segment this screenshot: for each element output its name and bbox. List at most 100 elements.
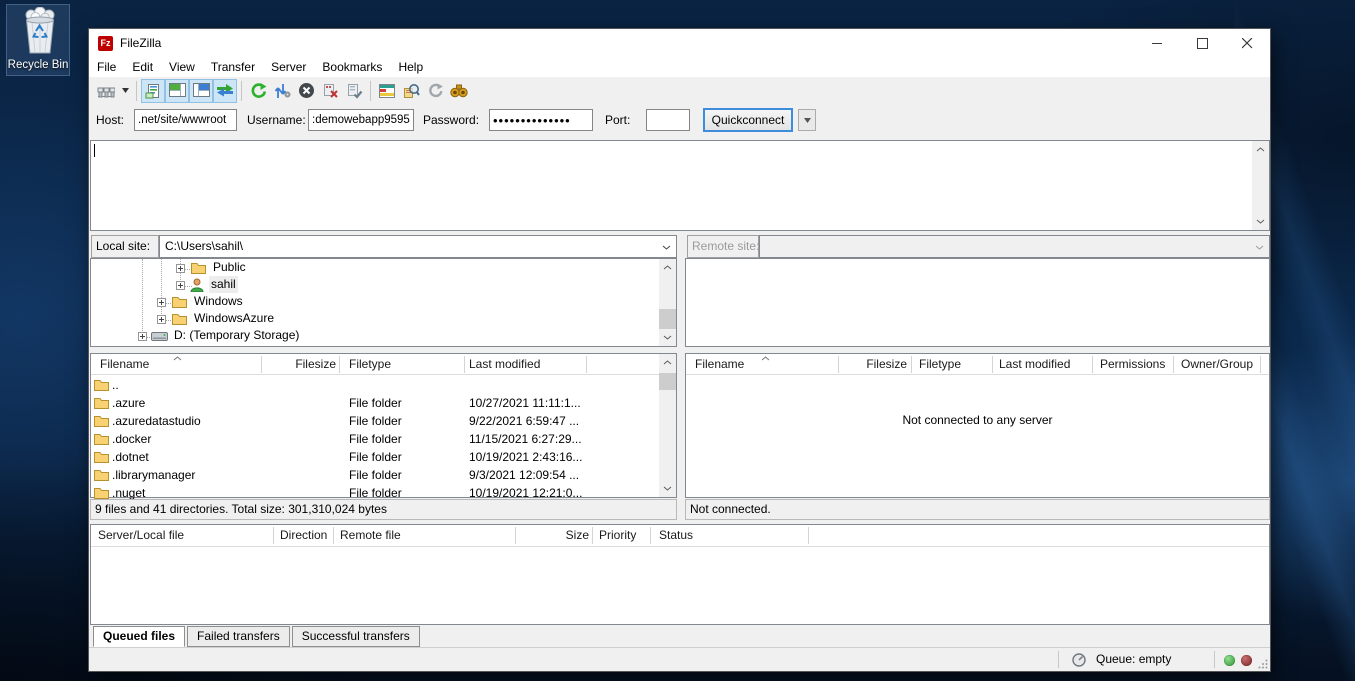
file-list-scrollbar[interactable]: [659, 354, 676, 497]
col-lastmodified[interactable]: Last modified: [469, 354, 540, 375]
quickconnect-button[interactable]: Quickconnect: [703, 108, 793, 132]
file-row[interactable]: .azureFile folder10/27/2021 11:11:1...: [91, 394, 676, 412]
local-site-combo[interactable]: C:\Users\sahil\: [159, 235, 677, 258]
tree-item-drive-d[interactable]: D: (Temporary Storage): [174, 327, 299, 344]
menu-bar: File Edit View Transfer Server Bookmarks…: [89, 57, 1270, 77]
transfer-queue[interactable]: Server/Local file Direction Remote file …: [90, 524, 1270, 625]
tab-failed-transfers[interactable]: Failed transfers: [187, 626, 290, 647]
site-manager-button[interactable]: [94, 79, 118, 103]
local-file-list[interactable]: Filename Filesize Filetype Last modified…: [90, 353, 677, 498]
menu-edit[interactable]: Edit: [124, 57, 161, 77]
toggle-transfer-queue-button[interactable]: [213, 79, 237, 103]
scroll-down-icon[interactable]: [1256, 219, 1265, 224]
col-filetype[interactable]: Filetype: [349, 354, 391, 375]
status-led-red: [1241, 655, 1252, 666]
menu-view[interactable]: View: [161, 57, 203, 77]
menu-file[interactable]: File: [89, 57, 124, 77]
col-filename[interactable]: Filename: [100, 354, 149, 375]
cancel-button[interactable]: [294, 79, 318, 103]
col-filesize[interactable]: Filesize: [838, 354, 907, 375]
maximize-button[interactable]: [1180, 29, 1225, 57]
password-input[interactable]: [489, 109, 593, 131]
site-manager-dropdown[interactable]: [118, 79, 132, 103]
scroll-down-icon[interactable]: [663, 486, 672, 491]
recycle-bin[interactable]: Recycle Bin: [6, 4, 70, 76]
recycle-bin-icon: [19, 7, 61, 55]
local-directory-tree[interactable]: Public sahil Windows WindowsAzure D: (Te…: [90, 258, 677, 347]
col-permissions[interactable]: Permissions: [1100, 354, 1165, 375]
toggle-message-log-button[interactable]: [141, 79, 165, 103]
menu-help[interactable]: Help: [390, 57, 431, 77]
col-direction[interactable]: Direction: [280, 525, 327, 546]
sort-asc-icon: [173, 356, 182, 361]
process-queue-button[interactable]: [270, 79, 294, 103]
synchronized-browsing-button[interactable]: [423, 79, 447, 103]
tree-item-public[interactable]: Public: [213, 259, 246, 276]
message-log[interactable]: [90, 140, 1270, 231]
quickconnect-dropdown[interactable]: [798, 109, 816, 131]
chevron-down-icon[interactable]: [662, 245, 671, 250]
username-input[interactable]: [308, 109, 414, 131]
folder-icon: [94, 378, 109, 391]
close-button[interactable]: [1225, 29, 1270, 57]
not-connected-message: Not connected to any server: [686, 413, 1269, 427]
user-icon: [190, 278, 204, 292]
file-row[interactable]: .librarymanagerFile folder9/3/2021 12:09…: [91, 466, 676, 484]
tree-expand-public[interactable]: [176, 264, 185, 273]
port-label: Port:: [605, 113, 630, 127]
tree-expand-sahil[interactable]: [176, 281, 185, 290]
col-priority[interactable]: Priority: [599, 525, 636, 546]
scrollbar-thumb[interactable]: [659, 309, 676, 329]
log-scrollbar[interactable]: [1252, 141, 1269, 230]
menu-server[interactable]: Server: [263, 57, 314, 77]
toggle-local-tree-button[interactable]: [165, 79, 189, 103]
menu-transfer[interactable]: Transfer: [203, 57, 263, 77]
scroll-down-icon[interactable]: [663, 335, 672, 340]
status-led-green: [1224, 655, 1235, 666]
menu-bookmarks[interactable]: Bookmarks: [314, 57, 390, 77]
title-bar: Fz FileZilla: [89, 29, 1270, 57]
tree-item-windowsazure[interactable]: WindowsAzure: [194, 310, 274, 327]
scroll-up-icon[interactable]: [663, 265, 672, 270]
scrollbar-thumb[interactable]: [659, 373, 676, 390]
tab-successful-transfers[interactable]: Successful transfers: [292, 626, 420, 647]
toolbar: [89, 77, 1270, 104]
file-row[interactable]: .azuredatastudioFile folder9/22/2021 6:5…: [91, 412, 676, 430]
tab-queued-files[interactable]: Queued files: [93, 626, 185, 647]
resize-grip[interactable]: [1258, 659, 1268, 669]
tree-item-sahil[interactable]: sahil: [209, 276, 238, 293]
tree-item-windows[interactable]: Windows: [194, 293, 243, 310]
col-server-local-file[interactable]: Server/Local file: [98, 525, 184, 546]
col-ownergroup[interactable]: Owner/Group: [1181, 354, 1253, 375]
col-lastmodified[interactable]: Last modified: [999, 354, 1070, 375]
tree-expand-windows[interactable]: [157, 298, 166, 307]
minimize-button[interactable]: [1135, 29, 1180, 57]
remote-directory-tree[interactable]: [685, 258, 1270, 347]
find-files-button[interactable]: [447, 79, 471, 103]
col-size[interactable]: Size: [515, 525, 589, 546]
port-input[interactable]: [646, 109, 690, 131]
col-status[interactable]: Status: [659, 525, 693, 546]
col-filename[interactable]: Filename: [695, 354, 744, 375]
file-row[interactable]: .dotnetFile folder10/19/2021 2:43:16...: [91, 448, 676, 466]
tree-scrollbar[interactable]: [659, 259, 676, 346]
tree-expand-windowsazure[interactable]: [157, 315, 166, 324]
refresh-button[interactable]: [246, 79, 270, 103]
remote-file-list[interactable]: Filename Filesize Filetype Last modified…: [685, 353, 1270, 498]
scroll-up-icon[interactable]: [1256, 147, 1265, 152]
col-remote-file[interactable]: Remote file: [340, 525, 401, 546]
filezilla-window: Fz FileZilla File Edit View Transfer Ser…: [88, 28, 1271, 672]
col-filetype[interactable]: Filetype: [919, 354, 961, 375]
reconnect-button[interactable]: [342, 79, 366, 103]
tree-expand-drive-d[interactable]: [138, 332, 147, 341]
file-row[interactable]: .dockerFile folder11/15/2021 6:27:29...: [91, 430, 676, 448]
toggle-remote-tree-button[interactable]: [189, 79, 213, 103]
host-input[interactable]: [134, 109, 237, 131]
disconnect-button[interactable]: [318, 79, 342, 103]
scroll-up-icon[interactable]: [663, 360, 672, 365]
compare-button[interactable]: [399, 79, 423, 103]
drive-icon: [151, 332, 168, 341]
file-row[interactable]: ..: [91, 376, 676, 394]
filter-button[interactable]: [375, 79, 399, 103]
col-filesize[interactable]: Filesize: [261, 354, 336, 375]
